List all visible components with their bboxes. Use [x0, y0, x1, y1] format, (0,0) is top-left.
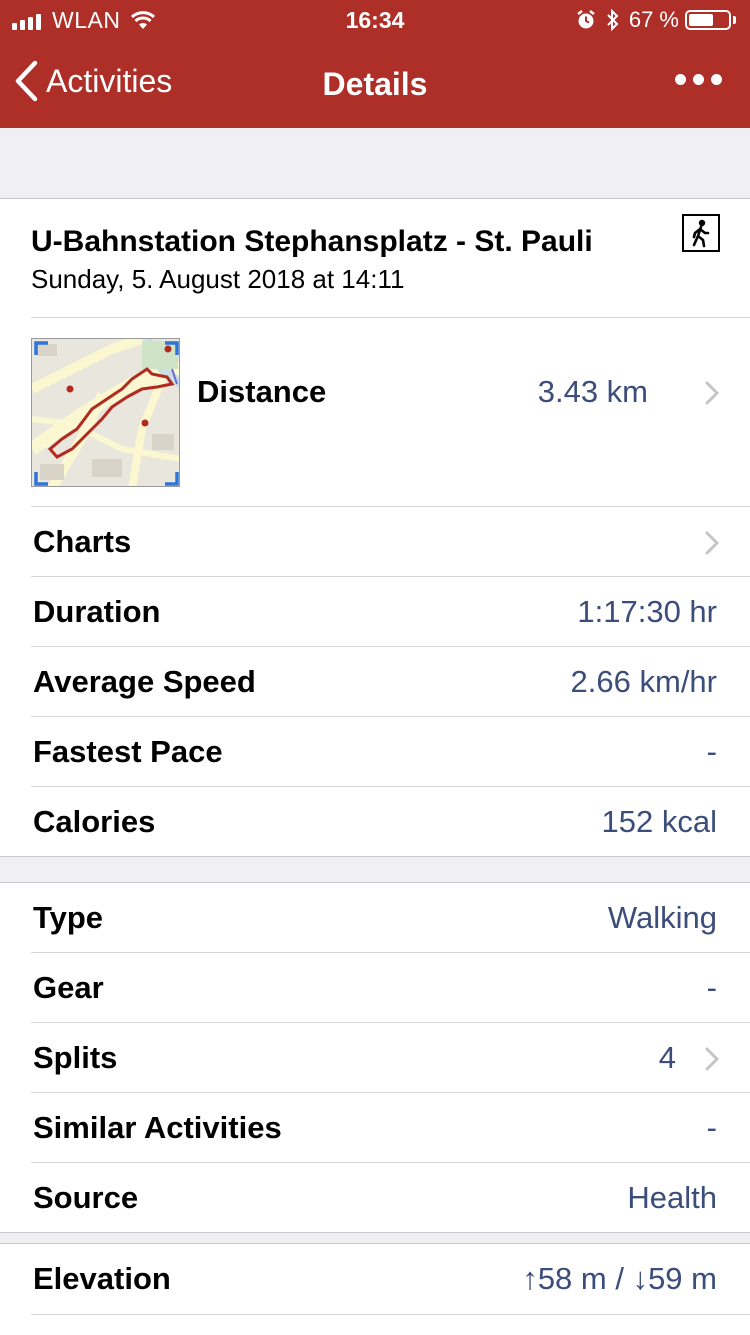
- chevron-right-icon: [705, 381, 719, 405]
- bluetooth-icon: [607, 9, 619, 31]
- fastest-pace-value: -: [706, 734, 717, 769]
- type-value: Walking: [607, 900, 717, 935]
- elevation-value: ↑58 m / ↓59 m: [522, 1261, 717, 1296]
- average-speed-row: Average Speed 2.66 km/hr: [0, 647, 750, 716]
- activity-header: U-Bahnstation Stephansplatz - St. Pauli …: [0, 199, 750, 317]
- splits-label: Splits: [33, 1040, 118, 1075]
- navigation-bar: WLAN 16:34 67 % Activities Details: [0, 0, 750, 128]
- battery-icon: [685, 10, 731, 30]
- distance-row[interactable]: Distance 3.43 km: [0, 318, 750, 506]
- similar-activities-value: -: [706, 1110, 717, 1145]
- similar-activities-row[interactable]: Similar Activities -: [0, 1093, 750, 1162]
- more-dot-icon: [711, 74, 722, 85]
- calories-value: 152 kcal: [601, 804, 717, 839]
- source-row[interactable]: Source Health: [0, 1163, 750, 1232]
- chevron-right-icon: [705, 1047, 719, 1071]
- back-label: Activities: [46, 62, 173, 99]
- source-value: Health: [627, 1180, 717, 1215]
- duration-value: 1:17:30 hr: [577, 594, 717, 629]
- calories-row: Calories 152 kcal: [0, 787, 750, 856]
- status-bar: WLAN 16:34 67 %: [0, 0, 750, 40]
- activity-summary-card: U-Bahnstation Stephansplatz - St. Pauli …: [0, 198, 750, 857]
- activity-datetime: Sunday, 5. August 2018 at 14:11: [31, 264, 405, 294]
- back-button[interactable]: Activities: [14, 60, 172, 102]
- chevron-right-icon: [705, 531, 719, 555]
- charts-label: Charts: [33, 524, 132, 559]
- similar-activities-label: Similar Activities: [33, 1110, 282, 1145]
- type-row[interactable]: Type Walking: [0, 883, 750, 952]
- gear-label: Gear: [33, 970, 104, 1005]
- fastest-pace-label: Fastest Pace: [33, 734, 223, 769]
- average-speed-label: Average Speed: [33, 664, 256, 699]
- battery-percentage: 67 %: [628, 7, 679, 32]
- battery-tip: [733, 16, 736, 24]
- distance-value: 3.43 km: [537, 374, 648, 409]
- source-label: Source: [33, 1180, 139, 1215]
- type-label: Type: [33, 900, 104, 935]
- elevation-row: Elevation ↑58 m / ↓59 m: [0, 1244, 750, 1314]
- activity-info-card: Type Walking Gear - Splits 4 Similar Act…: [0, 882, 750, 1233]
- duration-row: Duration 1:17:30 hr: [0, 577, 750, 646]
- gear-value: -: [706, 970, 717, 1005]
- alarm-icon: [577, 10, 595, 29]
- walking-person-icon[interactable]: [682, 214, 720, 252]
- gear-row[interactable]: Gear -: [0, 953, 750, 1022]
- chevron-left-icon: [15, 60, 38, 102]
- more-dot-icon: [675, 74, 686, 85]
- fastest-pace-row: Fastest Pace -: [0, 717, 750, 786]
- activity-title: U-Bahnstation Stephansplatz - St. Pauli: [31, 225, 593, 258]
- more-options-button[interactable]: [675, 74, 722, 85]
- calories-label: Calories: [33, 804, 156, 839]
- elevation-card: Elevation ↑58 m / ↓59 m: [0, 1243, 750, 1335]
- charts-row[interactable]: Charts: [0, 507, 750, 576]
- elevation-label: Elevation: [33, 1261, 171, 1296]
- duration-label: Duration: [33, 594, 161, 629]
- distance-label: Distance: [197, 374, 327, 409]
- splits-row[interactable]: Splits 4: [0, 1023, 750, 1092]
- route-map-thumbnail[interactable]: [31, 338, 180, 487]
- splits-value: 4: [658, 1040, 676, 1075]
- more-dot-icon: [693, 74, 704, 85]
- average-speed-value: 2.66 km/hr: [570, 664, 717, 699]
